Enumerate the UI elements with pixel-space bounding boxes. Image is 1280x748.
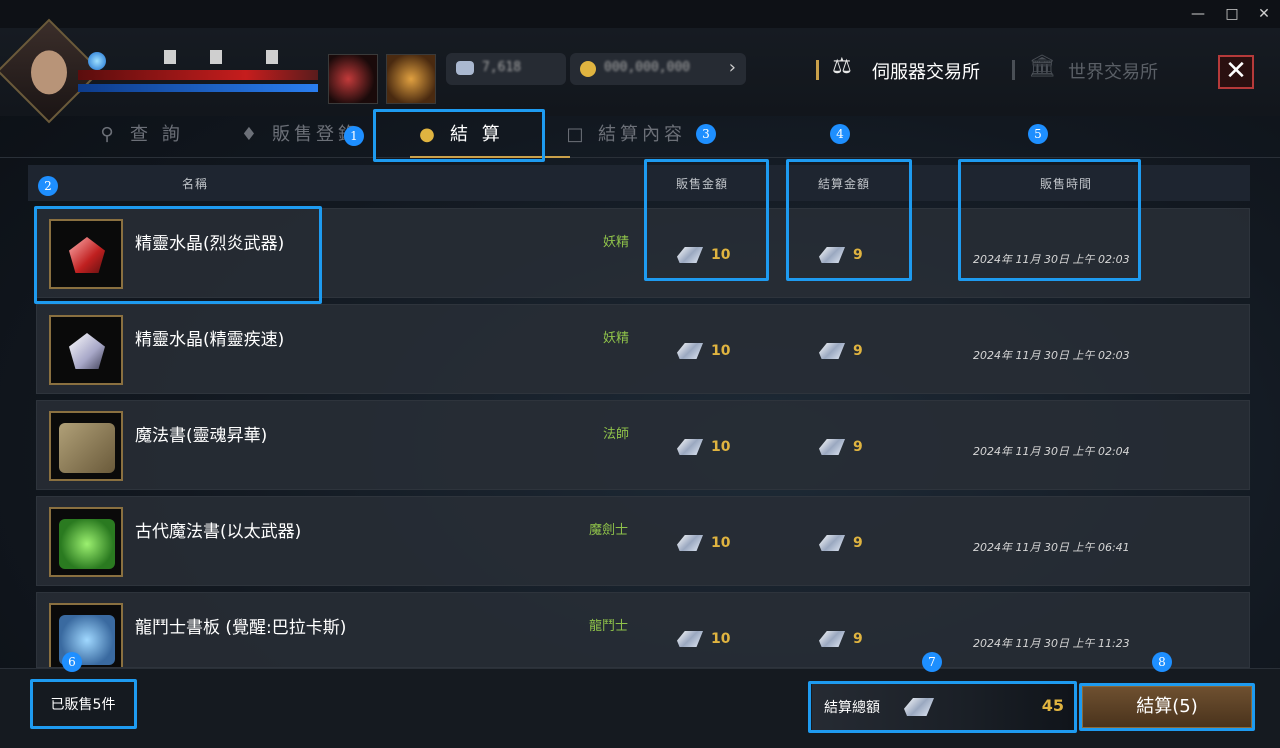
- col-name: 名稱: [182, 177, 209, 191]
- divider: [1012, 60, 1015, 80]
- table-row[interactable]: 龍鬥士書板 (覺醒:巴拉卡斯) 龍鬥士 10 9 2024年 11月 30日 上…: [36, 592, 1250, 668]
- tab-world-market[interactable]: 世界交易所: [1068, 58, 1158, 84]
- annotation-badge: 7: [922, 652, 942, 672]
- hp-bar: [78, 70, 318, 80]
- highlight-box: [30, 679, 137, 729]
- table-row[interactable]: 魔法書(靈魂昇華) 法師 10 9 2024年 11月 30日 上午 02:04: [36, 400, 1250, 490]
- crystal-icon: [677, 343, 703, 359]
- annotation-badge: 1: [344, 126, 364, 146]
- divider: [816, 60, 819, 80]
- annotation-badge: 8: [1152, 652, 1172, 672]
- highlight-box: [808, 681, 1077, 733]
- tab-settlement-detail[interactable]: □ 結算內容: [566, 120, 686, 150]
- annotation-badge: 6: [62, 652, 82, 672]
- crystal-icon: [677, 631, 703, 647]
- scales-icon: ⚖: [832, 54, 852, 79]
- window-titlebar: — □ ✕: [0, 0, 1280, 28]
- crystal-icon: [456, 61, 474, 75]
- bank-icon: 🏛: [1028, 54, 1056, 79]
- gold-balance: 000,000,000 ›: [570, 53, 746, 85]
- white-crystal-icon: [49, 315, 123, 385]
- cards-icon: □: [566, 124, 588, 145]
- buff-slot-icon[interactable]: [386, 54, 436, 104]
- stat-icon: [164, 50, 176, 64]
- highlight-box: [958, 159, 1141, 281]
- level-orb-icon: [88, 52, 106, 70]
- spellbook-icon: [49, 411, 123, 481]
- annotation-badge: 5: [1028, 124, 1048, 144]
- stat-icon: [210, 50, 222, 64]
- ancient-spellbook-icon: [49, 507, 123, 577]
- potion-slot-icon[interactable]: [328, 54, 378, 104]
- table-row[interactable]: 古代魔法書(以太武器) 魔劍士 10 9 2024年 11月 30日 上午 06…: [36, 496, 1250, 586]
- tab-search[interactable]: ⚲ 查 詢: [98, 120, 184, 150]
- highlight-box: [373, 109, 545, 162]
- search-icon: ⚲: [100, 124, 118, 145]
- annotation-badge: 4: [830, 124, 850, 144]
- crystal-icon: [677, 439, 703, 455]
- annotation-badge: 3: [696, 124, 716, 144]
- table-row[interactable]: 精靈水晶(精靈疾速) 妖精 10 9 2024年 11月 30日 上午 02:0…: [36, 304, 1250, 394]
- character-header: 7,618 000,000,000 › ⚖ 伺服器交易所 🏛 世界交易所 ✕: [0, 18, 1280, 124]
- dragon-tablet-icon: [49, 603, 123, 667]
- close-button[interactable]: ✕: [1218, 55, 1254, 89]
- crystal-icon: [677, 535, 703, 551]
- tag-icon: ♦: [240, 124, 262, 145]
- maximize-icon[interactable]: □: [1222, 4, 1242, 24]
- crystal-icon: [819, 343, 845, 359]
- highlight-box: [1079, 683, 1255, 731]
- chevron-right-icon[interactable]: ›: [729, 57, 736, 78]
- annotation-badge: 2: [38, 176, 58, 196]
- crystal-icon: [819, 439, 845, 455]
- close-icon[interactable]: ✕: [1254, 4, 1274, 24]
- tab-bar: ⚲ 查 詢 ♦ 販售登錄 ● 結 算 □ 結算內容: [0, 110, 1280, 158]
- crystal-icon: [819, 631, 845, 647]
- highlight-box: [644, 159, 769, 281]
- tab-server-market[interactable]: 伺服器交易所: [872, 58, 980, 84]
- crystal-balance: 7,618: [446, 53, 566, 85]
- stat-icon: [266, 50, 278, 64]
- crystal-icon: [819, 535, 845, 551]
- highlight-box: [786, 159, 912, 281]
- tab-sell-register[interactable]: ♦ 販售登錄: [240, 120, 360, 150]
- minimize-icon[interactable]: —: [1188, 4, 1208, 24]
- highlight-box: [34, 206, 322, 304]
- gold-coin-icon: [580, 61, 596, 77]
- mp-bar: [78, 84, 318, 92]
